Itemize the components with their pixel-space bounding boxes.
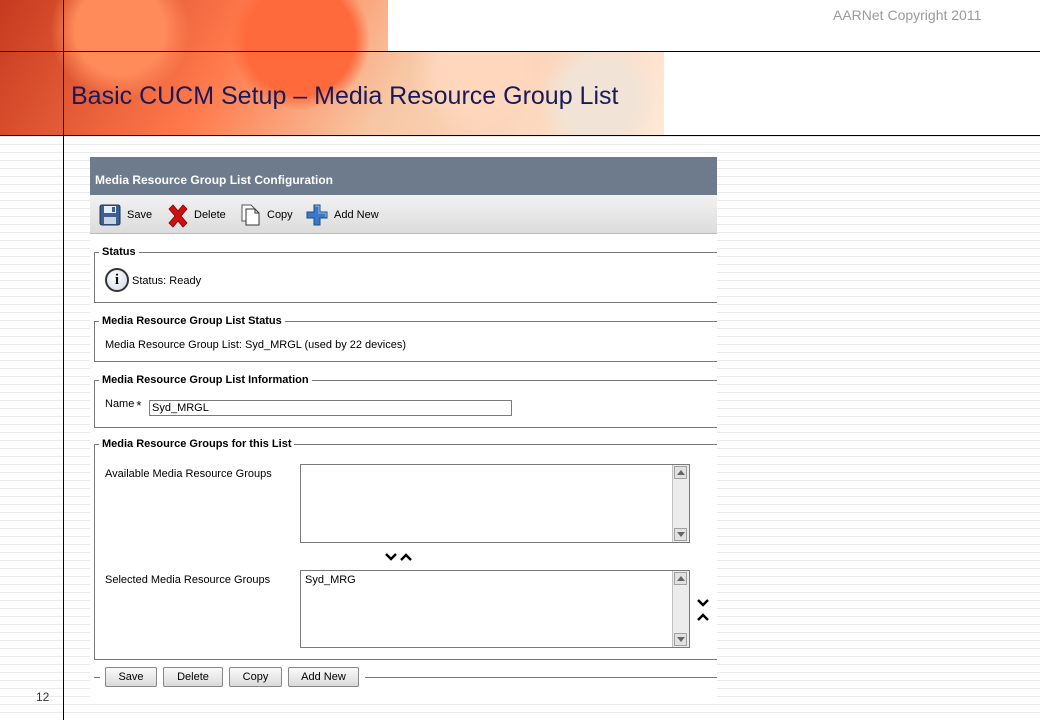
banner-white-area: [388, 0, 664, 52]
save-icon: [99, 204, 121, 226]
scroll-up-button[interactable]: [674, 572, 687, 585]
toolbar-copy-label: Copy: [267, 209, 293, 221]
available-groups-listbox[interactable]: [300, 464, 690, 543]
selected-scrollbar[interactable]: [672, 571, 689, 647]
groups-section: Media Resource Groups for this List Avai…: [94, 438, 717, 660]
list-status-text: Media Resource Group List: Syd_MRGL (use…: [105, 339, 407, 351]
required-mark: *: [136, 398, 142, 413]
available-groups-label: Available Media Resource Groups: [105, 468, 272, 480]
save-button[interactable]: Save: [105, 667, 157, 687]
status-section: Status i Status: Ready: [94, 246, 717, 303]
name-input[interactable]: [149, 400, 512, 416]
toolbar-save-label: Save: [127, 209, 153, 221]
slide-title: Basic CUCM Setup – Media Resource Group …: [71, 82, 619, 110]
toolbar-add-new-label: Add New: [334, 209, 379, 221]
chevron-down-icon[interactable]: [384, 552, 398, 562]
groups-legend: Media Resource Groups for this List: [102, 438, 292, 450]
chevron-up-icon[interactable]: [399, 552, 413, 562]
add-new-icon: [306, 204, 328, 226]
delete-icon: [166, 204, 188, 228]
bottom-separator-left: [94, 677, 100, 678]
bottom-separator-right: [365, 677, 717, 678]
slide-copyright: AARNet Copyright 2011: [833, 7, 982, 23]
toolbar-delete-button[interactable]: Delete: [166, 204, 226, 228]
copy-icon: [239, 204, 261, 226]
toolbar-save-button[interactable]: Save: [99, 204, 152, 226]
toolbar-add-new-button[interactable]: Add New: [306, 204, 379, 226]
selected-groups-listbox[interactable]: Syd_MRG: [300, 570, 690, 648]
status-legend: Status: [102, 246, 136, 258]
selected-groups-label: Selected Media Resource Groups: [105, 574, 271, 586]
toolbar: Save Delete Copy Add New: [90, 195, 717, 234]
add-new-button[interactable]: Add New: [288, 667, 359, 687]
chevron-up-icon[interactable]: [696, 612, 710, 622]
chevron-down-icon[interactable]: [696, 598, 710, 608]
toolbar-copy-button[interactable]: Copy: [239, 204, 293, 226]
scroll-up-button[interactable]: [674, 466, 687, 479]
toolbar-delete-label: Delete: [194, 209, 226, 221]
info-icon: i: [105, 268, 129, 292]
slide-rule-top: [0, 51, 1040, 52]
available-scrollbar[interactable]: [672, 465, 689, 542]
list-status-section: Media Resource Group List Status Media R…: [94, 315, 717, 362]
mrgl-config-panel: Media Resource Group List Configuration …: [90, 157, 717, 700]
status-text: Status: Ready: [132, 275, 202, 287]
information-legend: Media Resource Group List Information: [102, 374, 309, 386]
bottom-button-bar: Save Delete Copy Add New: [90, 662, 717, 694]
scroll-down-button[interactable]: [674, 528, 687, 541]
slide-rule-mid: [0, 135, 1040, 136]
delete-button[interactable]: Delete: [163, 667, 223, 687]
name-label-text: Name: [105, 398, 135, 410]
list-status-legend: Media Resource Group List Status: [102, 315, 282, 327]
panel-header: Media Resource Group List Configuration: [90, 157, 717, 195]
name-label: Name *: [105, 398, 141, 413]
slide-page-number: 12: [36, 690, 50, 704]
scroll-down-button[interactable]: [674, 633, 687, 646]
list-item[interactable]: Syd_MRG: [305, 574, 356, 586]
information-section: Media Resource Group List Information Na…: [94, 374, 717, 428]
copy-button[interactable]: Copy: [229, 667, 282, 687]
panel-title: Media Resource Group List Configuration: [95, 173, 334, 187]
slide-vertical-rule: [63, 0, 64, 720]
